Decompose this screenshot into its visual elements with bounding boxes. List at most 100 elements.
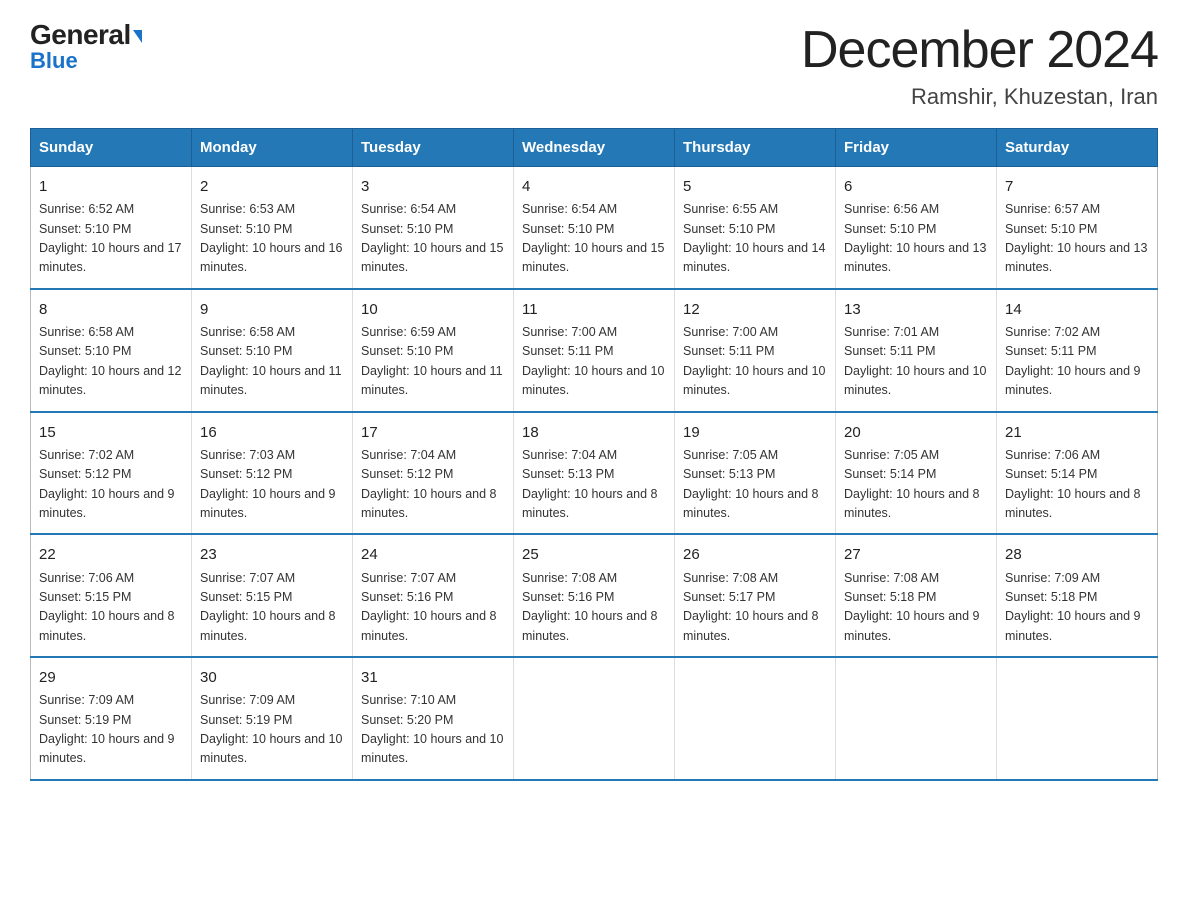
day-number: 1: [39, 175, 183, 198]
daylight-info: Daylight: 10 hours and 16 minutes.: [200, 239, 344, 278]
calendar-subtitle: Ramshir, Khuzestan, Iran: [801, 84, 1158, 110]
daylight-info: Daylight: 10 hours and 9 minutes.: [39, 730, 183, 769]
sunset-info: Sunset: 5:12 PM: [39, 465, 183, 484]
daylight-info: Daylight: 10 hours and 10 minutes.: [844, 362, 988, 401]
sunrise-info: Sunrise: 7:08 AM: [522, 569, 666, 588]
calendar-cell: 15 Sunrise: 7:02 AM Sunset: 5:12 PM Dayl…: [31, 412, 192, 535]
sunset-info: Sunset: 5:10 PM: [200, 220, 344, 239]
calendar-cell: 6 Sunrise: 6:56 AM Sunset: 5:10 PM Dayli…: [836, 167, 997, 289]
calendar-cell: 31 Sunrise: 7:10 AM Sunset: 5:20 PM Dayl…: [353, 657, 514, 780]
day-number: 25: [522, 543, 666, 566]
sunset-info: Sunset: 5:10 PM: [200, 342, 344, 361]
sunset-info: Sunset: 5:15 PM: [39, 588, 183, 607]
day-number: 10: [361, 298, 505, 321]
calendar-cell: 26 Sunrise: 7:08 AM Sunset: 5:17 PM Dayl…: [675, 534, 836, 657]
calendar-cell: 21 Sunrise: 7:06 AM Sunset: 5:14 PM Dayl…: [997, 412, 1158, 535]
day-number: 20: [844, 421, 988, 444]
sunrise-info: Sunrise: 7:07 AM: [200, 569, 344, 588]
sunrise-info: Sunrise: 7:06 AM: [39, 569, 183, 588]
calendar-cell: 22 Sunrise: 7:06 AM Sunset: 5:15 PM Dayl…: [31, 534, 192, 657]
calendar-cell: 10 Sunrise: 6:59 AM Sunset: 5:10 PM Dayl…: [353, 289, 514, 412]
day-number: 31: [361, 666, 505, 689]
sunrise-info: Sunrise: 7:03 AM: [200, 446, 344, 465]
sunrise-info: Sunrise: 6:58 AM: [200, 323, 344, 342]
day-number: 12: [683, 298, 827, 321]
day-number: 2: [200, 175, 344, 198]
sunrise-info: Sunrise: 7:09 AM: [39, 691, 183, 710]
title-block: December 2024 Ramshir, Khuzestan, Iran: [801, 20, 1158, 110]
col-tuesday: Tuesday: [353, 129, 514, 167]
daylight-info: Daylight: 10 hours and 8 minutes.: [844, 485, 988, 524]
sunrise-info: Sunrise: 6:53 AM: [200, 200, 344, 219]
day-number: 22: [39, 543, 183, 566]
day-number: 4: [522, 175, 666, 198]
sunset-info: Sunset: 5:10 PM: [39, 342, 183, 361]
sunrise-info: Sunrise: 6:55 AM: [683, 200, 827, 219]
sunrise-info: Sunrise: 6:57 AM: [1005, 200, 1149, 219]
calendar-body: 1 Sunrise: 6:52 AM Sunset: 5:10 PM Dayli…: [31, 167, 1158, 780]
daylight-info: Daylight: 10 hours and 8 minutes.: [1005, 485, 1149, 524]
daylight-info: Daylight: 10 hours and 10 minutes.: [522, 362, 666, 401]
col-friday: Friday: [836, 129, 997, 167]
daylight-info: Daylight: 10 hours and 10 minutes.: [361, 730, 505, 769]
daylight-info: Daylight: 10 hours and 10 minutes.: [200, 730, 344, 769]
day-number: 13: [844, 298, 988, 321]
daylight-info: Daylight: 10 hours and 14 minutes.: [683, 239, 827, 278]
sunset-info: Sunset: 5:14 PM: [844, 465, 988, 484]
page-header: General Blue December 2024 Ramshir, Khuz…: [30, 20, 1158, 110]
col-saturday: Saturday: [997, 129, 1158, 167]
calendar-cell: 20 Sunrise: 7:05 AM Sunset: 5:14 PM Dayl…: [836, 412, 997, 535]
sunset-info: Sunset: 5:10 PM: [361, 220, 505, 239]
col-thursday: Thursday: [675, 129, 836, 167]
day-number: 14: [1005, 298, 1149, 321]
sunset-info: Sunset: 5:19 PM: [200, 711, 344, 730]
sunrise-info: Sunrise: 6:59 AM: [361, 323, 505, 342]
sunset-info: Sunset: 5:13 PM: [683, 465, 827, 484]
sunrise-info: Sunrise: 7:02 AM: [39, 446, 183, 465]
sunrise-info: Sunrise: 7:04 AM: [522, 446, 666, 465]
sunset-info: Sunset: 5:11 PM: [1005, 342, 1149, 361]
calendar-cell: 24 Sunrise: 7:07 AM Sunset: 5:16 PM Dayl…: [353, 534, 514, 657]
sunrise-info: Sunrise: 7:01 AM: [844, 323, 988, 342]
sunset-info: Sunset: 5:10 PM: [522, 220, 666, 239]
daylight-info: Daylight: 10 hours and 9 minutes.: [1005, 362, 1149, 401]
week-row-2: 8 Sunrise: 6:58 AM Sunset: 5:10 PM Dayli…: [31, 289, 1158, 412]
sunset-info: Sunset: 5:12 PM: [361, 465, 505, 484]
daylight-info: Daylight: 10 hours and 11 minutes.: [361, 362, 505, 401]
sunset-info: Sunset: 5:11 PM: [522, 342, 666, 361]
week-row-5: 29 Sunrise: 7:09 AM Sunset: 5:19 PM Dayl…: [31, 657, 1158, 780]
daylight-info: Daylight: 10 hours and 8 minutes.: [39, 607, 183, 646]
sunset-info: Sunset: 5:14 PM: [1005, 465, 1149, 484]
day-number: 7: [1005, 175, 1149, 198]
sunrise-info: Sunrise: 7:08 AM: [844, 569, 988, 588]
calendar-cell: 18 Sunrise: 7:04 AM Sunset: 5:13 PM Dayl…: [514, 412, 675, 535]
sunrise-info: Sunrise: 7:08 AM: [683, 569, 827, 588]
day-number: 30: [200, 666, 344, 689]
calendar-cell: 3 Sunrise: 6:54 AM Sunset: 5:10 PM Dayli…: [353, 167, 514, 289]
sunrise-info: Sunrise: 7:10 AM: [361, 691, 505, 710]
daylight-info: Daylight: 10 hours and 8 minutes.: [683, 607, 827, 646]
calendar-cell: 16 Sunrise: 7:03 AM Sunset: 5:12 PM Dayl…: [192, 412, 353, 535]
sunset-info: Sunset: 5:10 PM: [844, 220, 988, 239]
calendar-cell: 28 Sunrise: 7:09 AM Sunset: 5:18 PM Dayl…: [997, 534, 1158, 657]
week-row-4: 22 Sunrise: 7:06 AM Sunset: 5:15 PM Dayl…: [31, 534, 1158, 657]
sunset-info: Sunset: 5:19 PM: [39, 711, 183, 730]
sunrise-info: Sunrise: 7:05 AM: [683, 446, 827, 465]
logo: General Blue: [30, 20, 142, 74]
day-number: 17: [361, 421, 505, 444]
sunrise-info: Sunrise: 7:09 AM: [1005, 569, 1149, 588]
sunset-info: Sunset: 5:15 PM: [200, 588, 344, 607]
calendar-cell: [836, 657, 997, 780]
day-number: 19: [683, 421, 827, 444]
sunrise-info: Sunrise: 7:07 AM: [361, 569, 505, 588]
calendar-cell: 4 Sunrise: 6:54 AM Sunset: 5:10 PM Dayli…: [514, 167, 675, 289]
sunset-info: Sunset: 5:11 PM: [683, 342, 827, 361]
sunset-info: Sunset: 5:17 PM: [683, 588, 827, 607]
daylight-info: Daylight: 10 hours and 10 minutes.: [683, 362, 827, 401]
calendar-cell: 13 Sunrise: 7:01 AM Sunset: 5:11 PM Dayl…: [836, 289, 997, 412]
daylight-info: Daylight: 10 hours and 9 minutes.: [1005, 607, 1149, 646]
calendar-cell: [997, 657, 1158, 780]
daylight-info: Daylight: 10 hours and 9 minutes.: [200, 485, 344, 524]
calendar-cell: [514, 657, 675, 780]
sunrise-info: Sunrise: 6:54 AM: [361, 200, 505, 219]
